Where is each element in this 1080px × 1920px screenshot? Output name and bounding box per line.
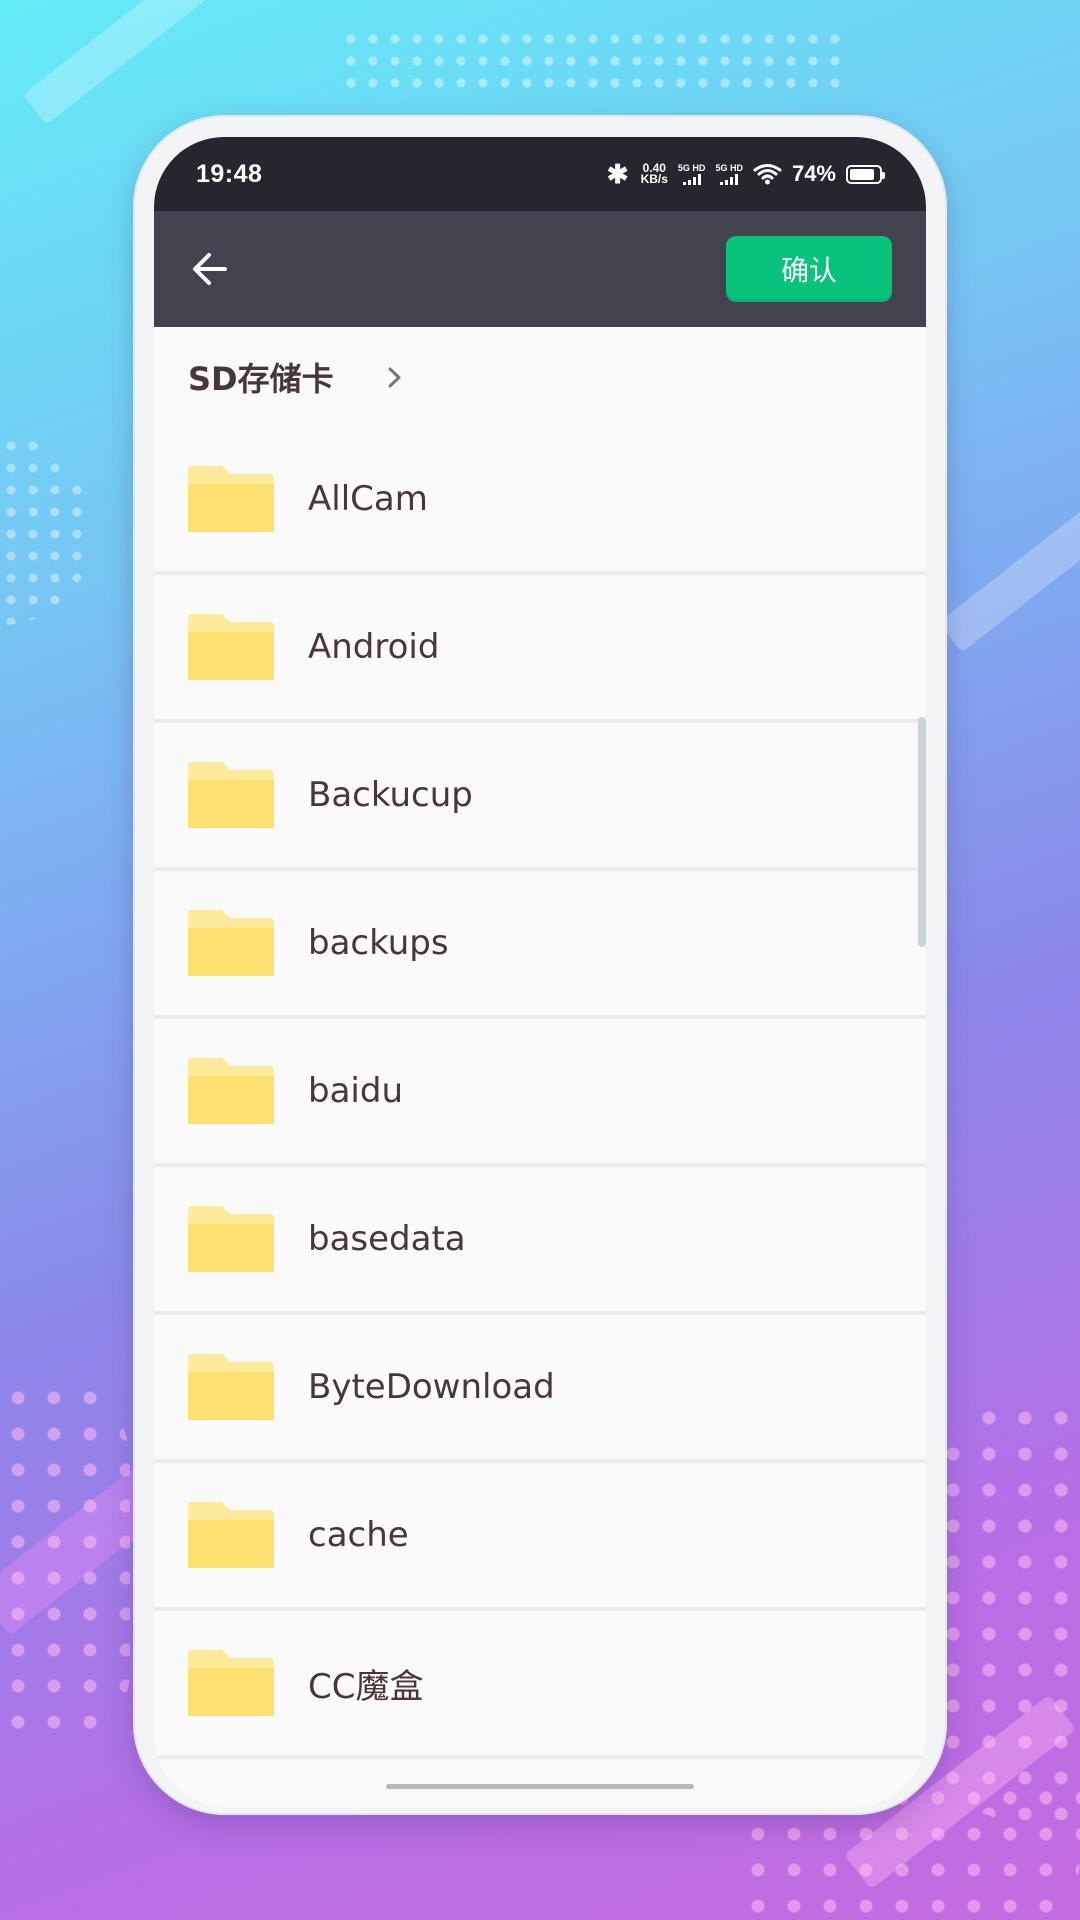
app-bar: 确认: [154, 211, 926, 327]
folder-item[interactable]: AllCam: [154, 427, 926, 575]
status-indicators: ✱ 0.40 KB/s 5G HD 5G HD 74%: [606, 158, 885, 190]
breadcrumb[interactable]: SD存储卡: [154, 327, 926, 427]
network-speed: 0.40 KB/s: [640, 162, 668, 186]
folder-list[interactable]: AllCam Android Backucup backups baidu basedat…: [154, 427, 926, 1759]
arrow-left-icon: [193, 253, 227, 285]
folder-icon: [188, 762, 274, 828]
bluetooth-icon: ✱: [606, 158, 629, 189]
back-button[interactable]: [192, 238, 254, 300]
folder-item[interactable]: CC魔盒: [154, 1611, 926, 1759]
folder-icon: [188, 1354, 274, 1420]
signal-icon: 5G HD: [677, 163, 706, 185]
folder-name: basedata: [308, 1219, 466, 1259]
folder-item[interactable]: Backucup: [154, 723, 926, 871]
folder-name: Android: [308, 627, 440, 667]
folder-name: cache: [308, 1515, 409, 1555]
folder-icon: [188, 1502, 274, 1568]
battery-icon: [846, 164, 885, 184]
confirm-button[interactable]: 确认: [726, 236, 892, 302]
folder-icon: [188, 1650, 274, 1716]
status-bar: 19:48 ✱ 0.40 KB/s 5G HD 5G HD 74%: [154, 137, 926, 211]
signal-icon: 5G HD: [715, 163, 743, 185]
folder-item[interactable]: baidu: [154, 1019, 926, 1167]
scrollbar[interactable]: [918, 717, 926, 947]
file-picker-screen: 19:48 ✱ 0.40 KB/s 5G HD 5G HD 74% 确认 SD存…: [154, 137, 926, 1807]
decorative-dots: [935, 1400, 1080, 1820]
wifi-icon: [753, 164, 782, 185]
folder-name: Backucup: [308, 775, 473, 815]
network-speed-unit: KB/s: [640, 172, 668, 186]
home-indicator[interactable]: [386, 1784, 694, 1789]
decorative-dots: [0, 1380, 130, 1750]
breadcrumb-sd-card[interactable]: SD存储卡: [188, 354, 334, 400]
folder-name: ByteDownload: [308, 1367, 555, 1407]
folder-icon: [188, 1206, 274, 1272]
folder-icon: [188, 614, 274, 680]
decorative-stripe: [938, 505, 1080, 653]
battery-level: [850, 168, 874, 180]
battery-percentage: 74%: [791, 161, 836, 186]
decorative-stripe: [22, 0, 228, 125]
folder-item[interactable]: basedata: [154, 1167, 926, 1315]
folder-item[interactable]: cache: [154, 1463, 926, 1611]
folder-name: backups: [308, 923, 449, 963]
folder-icon: [188, 466, 274, 532]
folder-icon: [188, 910, 274, 976]
folder-name: baidu: [308, 1071, 403, 1111]
folder-item[interactable]: backups: [154, 871, 926, 1019]
folder-name: AllCam: [308, 479, 428, 519]
folder-item[interactable]: ByteDownload: [154, 1315, 926, 1463]
signal-label: 5G HD: [677, 163, 706, 173]
signal-bars-icon: [720, 174, 739, 185]
decorative-dots: [340, 28, 840, 88]
folder-icon: [188, 1058, 274, 1124]
signal-label: 5G HD: [715, 163, 743, 173]
decorative-dots: [0, 435, 92, 625]
status-time: 19:48: [196, 159, 263, 188]
signal-bars-icon: [682, 174, 701, 185]
chevron-right-icon: [388, 367, 401, 387]
folder-item[interactable]: Android: [154, 575, 926, 723]
folder-name: CC魔盒: [308, 1666, 424, 1707]
